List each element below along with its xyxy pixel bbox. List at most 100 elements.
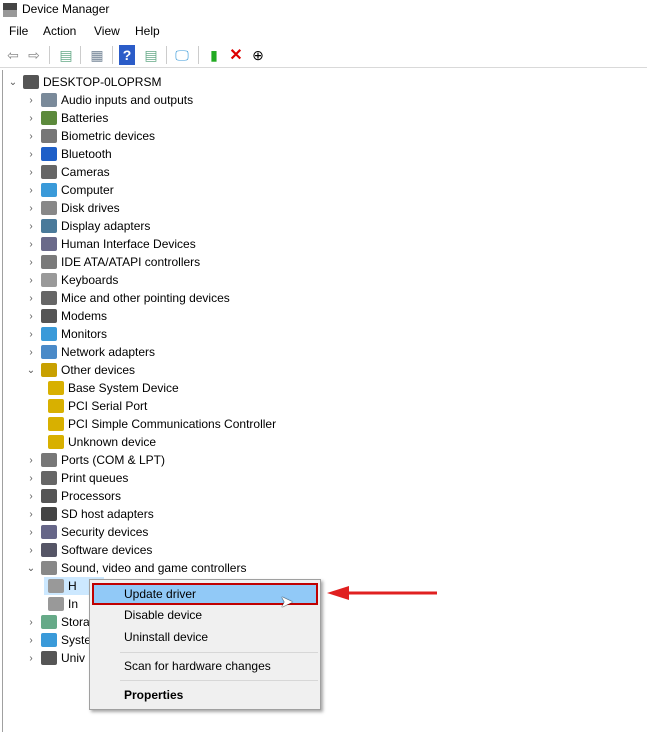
tree-item-label: Base System Device — [68, 381, 179, 395]
menu-help[interactable]: Help — [135, 24, 160, 38]
tree-item[interactable]: › Print queues — [25, 469, 128, 487]
tree-item-label: Display adapters — [61, 219, 151, 233]
tree-item[interactable]: › IDE ATA/ATAPI controllers — [25, 253, 200, 271]
tree-item[interactable]: › SD host adapters — [25, 505, 154, 523]
chevron-right-icon[interactable]: › — [25, 149, 37, 160]
tree-item[interactable]: › Software devices — [25, 541, 152, 559]
chevron-right-icon[interactable]: › — [25, 545, 37, 556]
chevron-right-icon[interactable]: › — [25, 617, 37, 628]
warning-icon — [48, 417, 64, 431]
tree-item-label: Security devices — [61, 525, 149, 539]
tree-child-item[interactable]: In — [44, 595, 78, 613]
tree-item[interactable]: › Biometric devices — [25, 127, 155, 145]
tree-item[interactable]: › Cameras — [25, 163, 110, 181]
tree-item[interactable]: › Stora — [25, 613, 90, 631]
warning-icon — [48, 381, 64, 395]
tree-item[interactable]: › Audio inputs and outputs — [25, 91, 193, 109]
chevron-right-icon[interactable]: › — [25, 329, 37, 340]
forward-icon[interactable]: ⇨ — [24, 45, 44, 65]
tree-item[interactable]: › Keyboards — [25, 271, 118, 289]
app-icon — [3, 3, 17, 17]
tree-item[interactable]: › Ports (COM & LPT) — [25, 451, 165, 469]
tree-child-item[interactable]: PCI Simple Communications Controller — [44, 415, 276, 433]
disable-icon[interactable]: ⊕ — [248, 45, 268, 65]
chevron-right-icon[interactable]: › — [25, 491, 37, 502]
chevron-right-icon[interactable]: › — [25, 221, 37, 232]
chevron-down-icon[interactable]: ⌄ — [7, 77, 19, 88]
system-icon — [41, 633, 57, 647]
tree-item[interactable]: › Computer — [25, 181, 114, 199]
uninstall-icon[interactable]: ✕ — [226, 45, 246, 65]
chevron-right-icon[interactable]: › — [25, 95, 37, 106]
tree-item[interactable]: › Batteries — [25, 109, 108, 127]
divider — [112, 46, 113, 64]
mouse-icon — [41, 291, 57, 305]
chevron-right-icon[interactable]: › — [25, 635, 37, 646]
tree-item-label: PCI Simple Communications Controller — [68, 417, 277, 431]
chevron-right-icon[interactable]: › — [25, 275, 37, 286]
chevron-right-icon[interactable]: › — [25, 455, 37, 466]
chevron-right-icon[interactable]: › — [25, 113, 37, 124]
tree-item[interactable]: › Processors — [25, 487, 121, 505]
tree-item-label: Software devices — [61, 543, 153, 557]
tree-item[interactable]: › Mice and other pointing devices — [25, 289, 230, 307]
tree-child-item[interactable]: Base System Device — [44, 379, 179, 397]
tree-item-label: Univ — [61, 651, 86, 665]
chevron-down-icon[interactable]: ⌄ — [25, 563, 37, 574]
tree-item[interactable]: › Security devices — [25, 523, 148, 541]
storage-icon — [41, 615, 57, 629]
tree-item-label: Bluetooth — [61, 147, 112, 161]
tree-item[interactable]: › Modems — [25, 307, 107, 325]
menu-view[interactable]: View — [94, 24, 120, 38]
properties-icon[interactable]: ▦ — [87, 45, 107, 65]
action-pane-icon[interactable]: ▤ — [141, 45, 161, 65]
tree-root[interactable]: ⌄ DESKTOP-0LOPRSM — [7, 73, 161, 91]
tree-item[interactable]: ⌄ Sound, video and game controllers — [25, 559, 246, 577]
tree-child-item[interactable]: PCI Serial Port — [44, 397, 147, 415]
menu-file[interactable]: File — [9, 24, 28, 38]
scan-hardware-icon[interactable]: 🖵 — [172, 45, 192, 65]
chevron-right-icon[interactable]: › — [25, 131, 37, 142]
chevron-right-icon[interactable]: › — [25, 347, 37, 358]
chevron-right-icon[interactable]: › — [25, 311, 37, 322]
tree-item-label: Mice and other pointing devices — [61, 291, 230, 305]
tree-item[interactable]: › Univ — [25, 649, 85, 667]
back-icon[interactable]: ⇦ — [3, 45, 23, 65]
network-icon — [41, 345, 57, 359]
chevron-right-icon[interactable]: › — [25, 239, 37, 250]
menu-item-properties[interactable]: Properties — [92, 684, 318, 706]
tree-item[interactable]: › Disk drives — [25, 199, 120, 217]
sd-icon — [41, 507, 57, 521]
divider — [80, 46, 81, 64]
warning-icon — [48, 399, 64, 413]
chevron-right-icon[interactable]: › — [25, 167, 37, 178]
speaker-icon — [48, 579, 64, 593]
divider — [198, 46, 199, 64]
tree-item[interactable]: › Human Interface Devices — [25, 235, 196, 253]
tree-item[interactable]: › Monitors — [25, 325, 107, 343]
tree-item[interactable]: ⌄ Other devices — [25, 361, 135, 379]
tree-child-item[interactable]: Unknown device — [44, 433, 156, 451]
monitor-icon — [41, 327, 57, 341]
chevron-right-icon[interactable]: › — [25, 293, 37, 304]
chevron-right-icon[interactable]: › — [25, 257, 37, 268]
tree-item[interactable]: › Bluetooth — [25, 145, 112, 163]
hid-icon — [41, 237, 57, 251]
tree-item-label: Batteries — [61, 111, 109, 125]
help-icon[interactable]: ? — [119, 45, 135, 65]
tree-item[interactable]: › Display adapters — [25, 217, 150, 235]
chevron-down-icon[interactable]: ⌄ — [25, 365, 37, 376]
chevron-right-icon[interactable]: › — [25, 653, 37, 664]
chevron-right-icon[interactable]: › — [25, 185, 37, 196]
menu-item-uninstall-device[interactable]: Uninstall device — [92, 626, 318, 648]
menu-action[interactable]: Action — [43, 24, 76, 38]
tree-item[interactable]: › Syste — [25, 631, 91, 649]
chevron-right-icon[interactable]: › — [25, 509, 37, 520]
menu-item-scan-hardware[interactable]: Scan for hardware changes — [92, 655, 318, 677]
chevron-right-icon[interactable]: › — [25, 473, 37, 484]
chevron-right-icon[interactable]: › — [25, 203, 37, 214]
tree-item[interactable]: › Network adapters — [25, 343, 155, 361]
chevron-right-icon[interactable]: › — [25, 527, 37, 538]
update-driver-icon[interactable]: ▮ — [204, 45, 224, 65]
show-hide-console-tree-icon[interactable]: ▤ — [56, 45, 76, 65]
